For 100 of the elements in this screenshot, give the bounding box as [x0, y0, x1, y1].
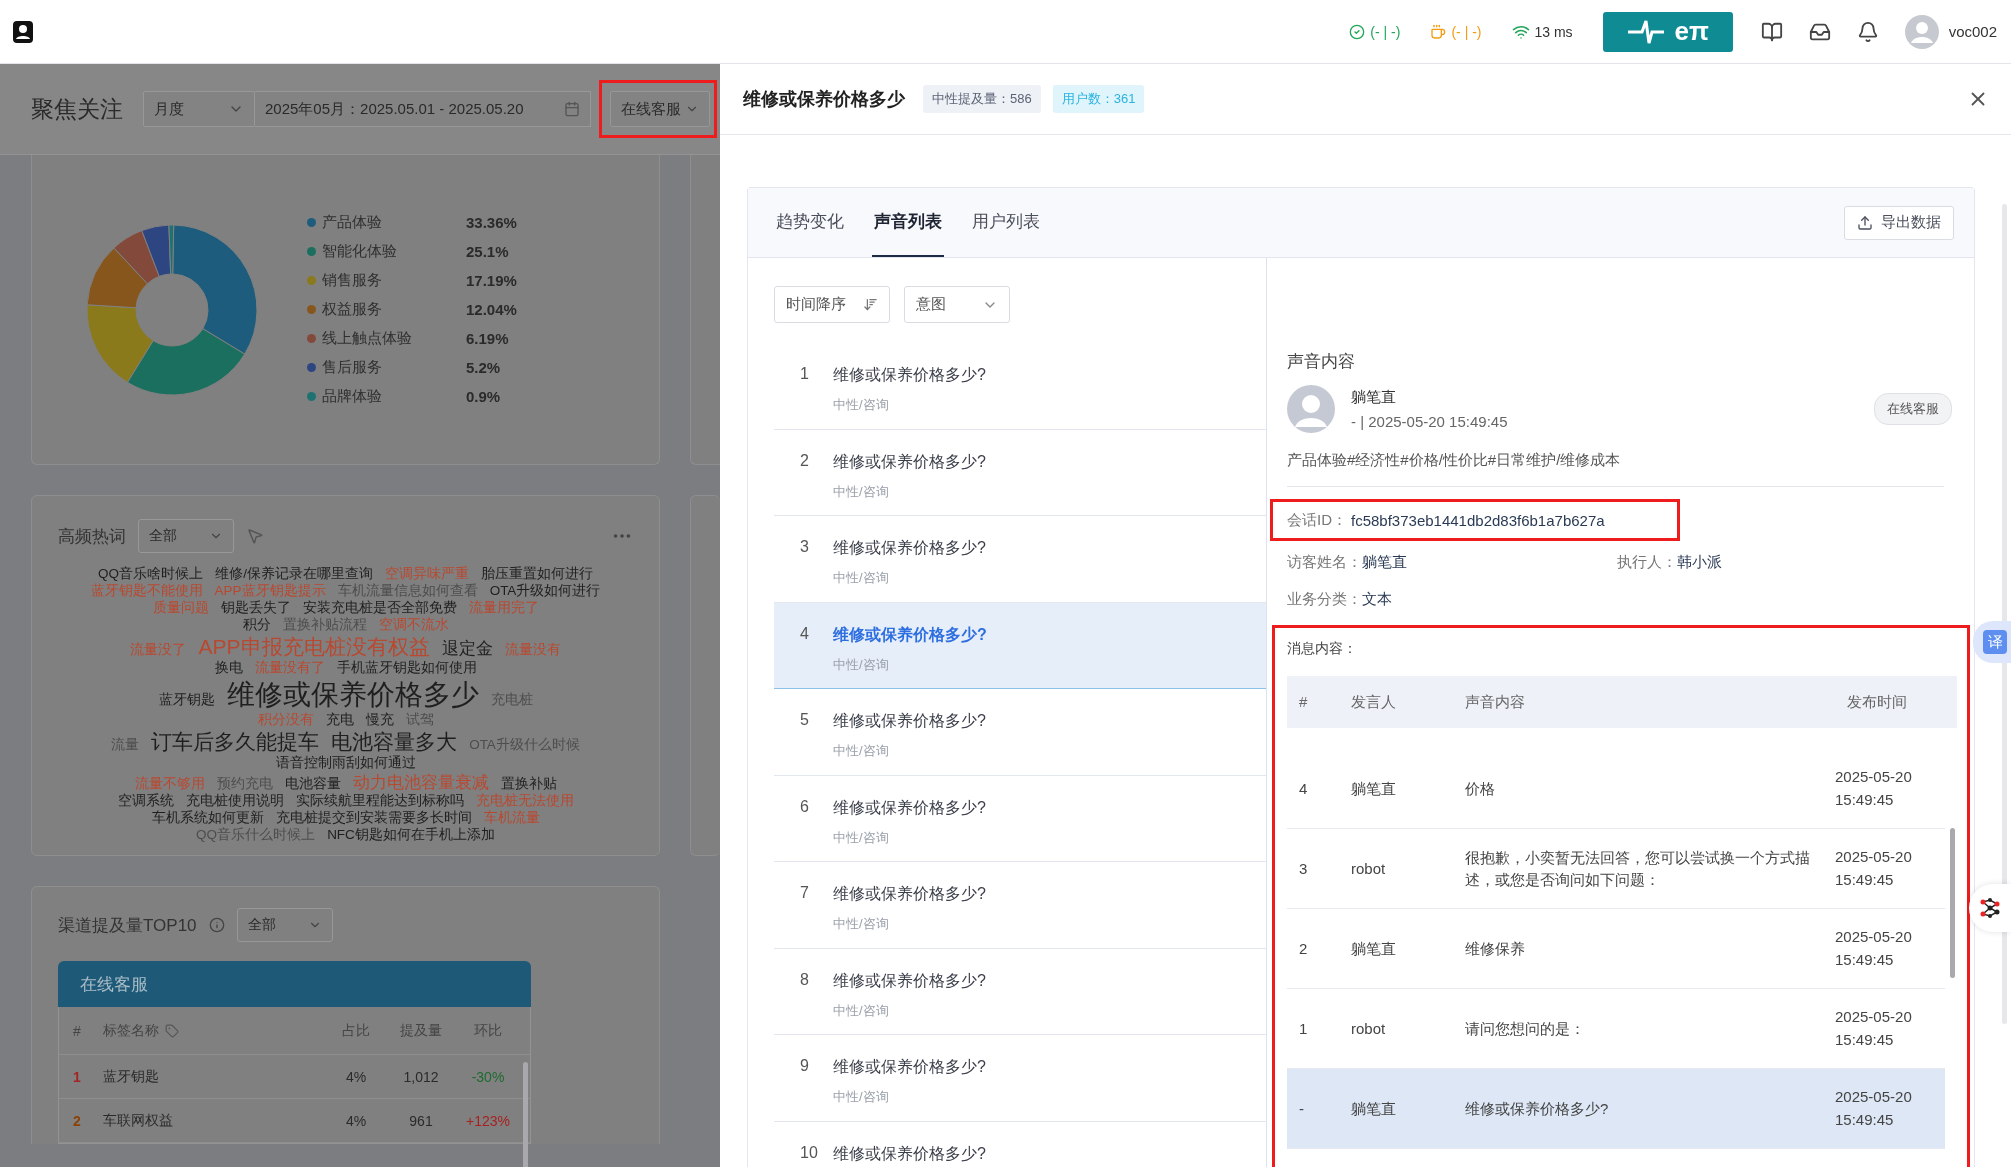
item-title: 维修或保养价格多少?: [833, 538, 987, 558]
legend-label: 品牌体验: [322, 387, 383, 406]
hot-word[interactable]: NFC钥匙如何在手机上添加: [327, 826, 495, 844]
voice-item[interactable]: 8 维修或保养价格多少? 中性/咨询: [774, 948, 1266, 1035]
field-label: 执行人：: [1617, 553, 1677, 572]
sort-icon: [863, 297, 878, 312]
contact-card-icon: [12, 19, 34, 44]
hot-word[interactable]: 置换补贴: [500, 775, 557, 793]
messages-title: 消息内容：: [1287, 640, 1358, 658]
date-range-field[interactable]: 2025年05月：2025.05.01 - 2025.05.20: [255, 91, 591, 127]
hot-word[interactable]: 语音控制雨刮如何通过: [275, 754, 416, 772]
hot-word[interactable]: OTA升级如何进行: [489, 582, 601, 600]
hot-word[interactable]: 空调系统: [117, 792, 174, 810]
hot-word[interactable]: 车机系统如何更新: [151, 809, 264, 827]
pointer-icon[interactable]: [246, 527, 264, 545]
channel-select[interactable]: 在线客服: [610, 91, 710, 127]
detail-title: 声音内容: [1287, 351, 1356, 373]
hot-word[interactable]: 维修/保养记录在哪里查询: [215, 566, 373, 583]
username: voc002: [1948, 23, 1997, 40]
column-header: #: [1299, 692, 1309, 713]
item-number: 4: [800, 624, 810, 644]
logo-button[interactable]: eπ: [1602, 11, 1733, 52]
table-cell-text: 961: [408, 1112, 434, 1129]
field-value: 韩小派: [1677, 553, 1722, 572]
tab[interactable]: 用户列表: [970, 188, 1042, 257]
voice-item[interactable]: 3 维修或保养价格多少? 中性/咨询: [774, 516, 1266, 603]
table-cell-text: 维修保养: [1465, 938, 1526, 959]
tag-path: 产品体验#经济性#价格/性价比#日常维护/维修成本: [1287, 451, 1944, 487]
hot-word[interactable]: 慢充: [365, 711, 394, 729]
info-icon[interactable]: [208, 917, 225, 933]
channel-header: 在线客服: [58, 961, 531, 1007]
voice-item[interactable]: 6 维修或保养价格多少? 中性/咨询: [774, 775, 1266, 862]
hot-word[interactable]: 充电桩提交到安装需要多长时间: [275, 809, 472, 827]
hot-word[interactable]: 手机蓝牙钥匙如何使用: [336, 659, 477, 677]
message-row[interactable]: - 躺笔直 维修或保养价格多少? 2025-05-20 15:49:45: [1287, 1069, 1945, 1149]
tab[interactable]: 声音列表: [872, 188, 944, 257]
filter-select[interactable]: 全部: [236, 908, 333, 942]
tag-icon[interactable]: [165, 1023, 179, 1038]
book-icon[interactable]: [1760, 20, 1783, 43]
item-title: 维修或保养价格多少?: [833, 1143, 987, 1164]
scrollbar[interactable]: [1950, 828, 1955, 978]
hot-word[interactable]: 电池容量多大: [331, 728, 458, 755]
message-row[interactable]: 4 躺笔直 价格 2025-05-20 15:49:45: [1287, 749, 1945, 829]
hot-word[interactable]: 退定金: [441, 637, 493, 659]
voice-item[interactable]: 7 维修或保养价格多少? 中性/咨询: [774, 862, 1266, 949]
session-id: fc58bf373eb1441db2d83f6b1a7b627a: [1351, 511, 1605, 529]
voice-item[interactable]: 1 维修或保养价格多少? 中性/咨询: [774, 343, 1266, 430]
tab[interactable]: 趋势变化: [774, 188, 846, 257]
hot-word[interactable]: 维修或保养价格多少: [226, 676, 479, 712]
channel-badge: 在线客服: [1874, 393, 1952, 425]
column-header: 提及量: [399, 1021, 443, 1040]
message-row[interactable]: 3 robot 很抱歉，小奕暂无法回答，您可以尝试换一个方式描述，或您是否询问如下问题： 2025-05-20 15:49:45: [1287, 829, 1945, 909]
bell-icon[interactable]: [1856, 20, 1879, 43]
voice-item[interactable]: 9 维修或保养价格多少? 中性/咨询: [774, 1035, 1266, 1122]
avatar-icon[interactable]: [1904, 14, 1939, 49]
hot-word[interactable]: 电池容量: [284, 775, 341, 793]
legend-label: 线上触点体验: [322, 329, 413, 348]
hot-word[interactable]: 蓝牙钥匙: [158, 691, 215, 709]
legend-label: 智能化体验: [322, 242, 398, 261]
hot-word[interactable]: QQ音乐啥时候上: [98, 566, 204, 583]
item-category: 中性/咨询: [833, 828, 890, 847]
column-header: 声音内容: [1465, 692, 1526, 713]
message-row[interactable]: 2 躺笔直 维修保养 2025-05-20 15:49:45: [1287, 909, 1945, 989]
check-circle-icon: [1349, 23, 1366, 40]
scrollbar[interactable]: [523, 1062, 528, 1167]
field-value: 躺笔直: [1362, 553, 1407, 572]
hot-word[interactable]: 充电桩使用说明: [185, 792, 284, 810]
hot-word[interactable]: 积分: [242, 616, 271, 634]
calendar-icon: [564, 101, 580, 117]
translate-button[interactable]: 译: [1973, 621, 2011, 663]
filter-select[interactable]: 全部: [138, 519, 234, 553]
field-label: 访客姓名：: [1287, 553, 1362, 572]
hot-word[interactable]: 钥匙丢失了: [220, 599, 291, 617]
column-header: 发布时间: [1847, 692, 1908, 713]
item-category: 中性/咨询: [833, 1088, 890, 1106]
voice-item[interactable]: 4 维修或保养价格多少? 中性/咨询: [774, 602, 1266, 689]
table-cell-text: 4: [1299, 778, 1309, 799]
item-title: 维修或保养价格多少?: [833, 365, 987, 385]
table-cell-text: 维修或保养价格多少?: [1465, 1098, 1610, 1119]
network-icon[interactable]: [1969, 884, 2011, 932]
hot-word[interactable]: 实际续航里程能达到标称吗: [295, 792, 464, 810]
sort-button[interactable]: 时间降序: [774, 286, 890, 323]
item-title: 维修或保养价格多少?: [833, 711, 987, 731]
table-cell-text: 躺笔直: [1351, 1098, 1397, 1119]
field-label: 业务分类：: [1287, 590, 1362, 609]
voice-item[interactable]: 2 维修或保养价格多少? 中性/咨询: [774, 429, 1266, 516]
period-select[interactable]: 月度: [143, 91, 255, 127]
column-header: 环比: [473, 1021, 503, 1040]
hot-word[interactable]: 换电: [214, 659, 243, 677]
count-tag: 中性提及量：586: [923, 85, 1041, 113]
hot-word[interactable]: 充电: [325, 711, 354, 729]
voice-item[interactable]: 5 维修或保养价格多少? 中性/咨询: [774, 689, 1266, 776]
voice-item[interactable]: 10 维修或保养价格多少?: [774, 1121, 1266, 1167]
hot-word[interactable]: 胎压重置如何进行: [480, 566, 593, 583]
hot-word[interactable]: 订车后多久能提车: [151, 728, 320, 755]
hot-word[interactable]: 安装充电桩是否全部免费: [302, 599, 457, 617]
legend-label: 产品体验: [322, 213, 383, 232]
item-number: 9: [800, 1057, 810, 1076]
intent-select[interactable]: 意图: [904, 286, 1010, 323]
export-button[interactable]: 导出数据: [1844, 205, 1954, 240]
